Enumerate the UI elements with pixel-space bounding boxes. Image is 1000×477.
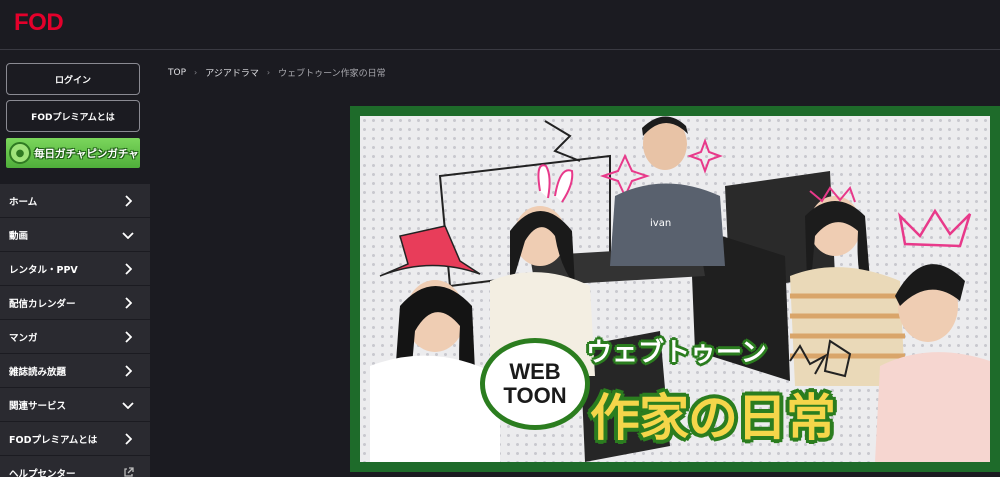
sidebar-item-label: マンガ bbox=[9, 332, 38, 344]
sidebar-item-manga[interactable]: マンガ bbox=[0, 320, 150, 354]
breadcrumb-asian-drama[interactable]: アジアドラマ bbox=[205, 66, 259, 79]
sidebar-item-label: 動画 bbox=[9, 230, 29, 242]
hero-image-frame: ivan WEB TOON ウェブトゥーン 作家の日常 bbox=[350, 106, 1000, 472]
sidebar-item-label: ヘルプセンター bbox=[9, 468, 76, 477]
site-header: FOD bbox=[0, 0, 1000, 50]
chevron-down-icon bbox=[122, 229, 134, 241]
webtoon-badge-line1: WEB bbox=[509, 359, 561, 384]
sidebar-item-label: FODプレミアムとは bbox=[9, 434, 98, 446]
login-button[interactable]: ログイン bbox=[6, 63, 140, 95]
chevron-right-icon bbox=[122, 194, 134, 207]
gachapin-mascot-icon: ● bbox=[9, 142, 31, 164]
title-main: 作家の日常 bbox=[590, 389, 836, 447]
chevron-right-icon bbox=[122, 262, 134, 275]
fod-logo[interactable]: FOD bbox=[14, 9, 64, 37]
sidebar-item-magazines[interactable]: 雑誌読み放題 bbox=[0, 354, 150, 388]
breadcrumb: TOP › アジアドラマ › ウェブトゥーン作家の日常 bbox=[168, 66, 386, 80]
shirt-text: ivan bbox=[650, 218, 671, 229]
sidebar-item-label: 配信カレンダー bbox=[9, 298, 76, 310]
sidebar-item-label: 関連サービス bbox=[9, 400, 67, 412]
sidebar-item-label: ホーム bbox=[9, 196, 38, 208]
chevron-down-icon bbox=[122, 399, 134, 411]
sidebar-item-related-services[interactable]: 関連サービス bbox=[0, 388, 150, 422]
banner-text: 毎日ガチャピンガチャ bbox=[34, 147, 139, 160]
sidebar-item-label: レンタル・PPV bbox=[9, 264, 78, 276]
gachapin-gacha-banner[interactable]: ● 毎日ガチャピンガチャ bbox=[6, 138, 140, 168]
sidebar-item-help-center[interactable]: ヘルプセンター bbox=[0, 456, 150, 477]
sidebar: ログイン FODプレミアムとは ● 毎日ガチャピンガチャ ホーム 動画 レンタル… bbox=[0, 50, 150, 477]
webtoon-badge: WEB TOON bbox=[480, 338, 590, 430]
external-link-icon bbox=[122, 467, 134, 477]
sidebar-item-calendar[interactable]: 配信カレンダー bbox=[0, 286, 150, 320]
sidebar-item-label: 雑誌読み放題 bbox=[9, 366, 67, 378]
chevron-right-icon bbox=[122, 296, 134, 309]
chevron-right-icon bbox=[122, 330, 134, 343]
premium-info-button[interactable]: FODプレミアムとは bbox=[6, 100, 140, 132]
breadcrumb-separator: › bbox=[266, 68, 271, 77]
breadcrumb-current: ウェブトゥーン作家の日常 bbox=[278, 69, 386, 79]
webtoon-badge-line2: TOON bbox=[503, 383, 567, 408]
sidebar-item-home[interactable]: ホーム bbox=[0, 184, 150, 218]
title-subtitle: ウェブトゥーン bbox=[586, 338, 767, 368]
breadcrumb-top[interactable]: TOP bbox=[168, 68, 186, 78]
sidebar-item-video[interactable]: 動画 bbox=[0, 218, 150, 252]
breadcrumb-separator: › bbox=[194, 68, 198, 77]
sidebar-item-rental-ppv[interactable]: レンタル・PPV bbox=[0, 252, 150, 286]
chevron-right-icon bbox=[122, 364, 134, 377]
sidebar-item-premium[interactable]: FODプレミアムとは bbox=[0, 422, 150, 456]
chevron-right-icon bbox=[122, 432, 134, 445]
sidebar-nav: ホーム 動画 レンタル・PPV 配信カレンダー マンガ 雑誌読み放題 関連サービ… bbox=[0, 184, 150, 477]
hero-key-visual[interactable]: ivan WEB TOON ウェブトゥーン 作家の日常 bbox=[360, 116, 990, 462]
